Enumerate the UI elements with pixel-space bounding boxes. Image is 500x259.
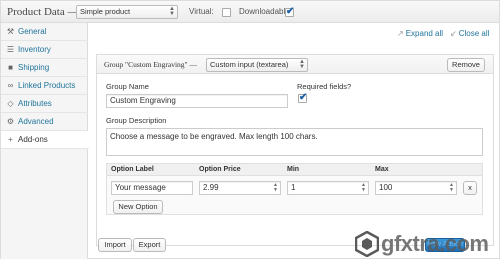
column-header: Option Label — [111, 166, 154, 173]
watermark-logo-icon — [355, 231, 379, 257]
checkmark-icon: ✔ — [299, 92, 308, 103]
options-table: Option Label Option Price Min Max Your m… — [106, 163, 483, 215]
stepper-icon: ▲ ▼ — [273, 182, 278, 193]
import-button[interactable]: Import — [98, 238, 132, 252]
stepper-icon: ▲ ▼ — [361, 182, 366, 193]
option-min-input[interactable]: 1 ▲ ▼ — [287, 181, 369, 195]
panel-title: Product Data — — [7, 6, 79, 18]
sidebar-item-general[interactable]: ⚒ General — [1, 23, 88, 41]
product-data-header: Product Data — Simple product ▲ ▼ Virtual… — [1, 1, 499, 23]
option-max-input[interactable]: 100 ▲ ▼ — [375, 181, 457, 195]
sidebar-item-add-ons[interactable]: + Add-ons — [1, 131, 89, 149]
sidebar-item-inventory[interactable]: ☰ Inventory — [1, 41, 88, 59]
gear-icon: ⚙ — [6, 117, 15, 126]
remove-group-button[interactable]: Remove — [447, 58, 485, 72]
group-description-label: Group Description — [106, 116, 167, 125]
new-option-button[interactable]: New Option — [113, 200, 163, 214]
virtual-checkbox[interactable] — [222, 8, 231, 17]
sidebar-item-label: General — [18, 27, 47, 36]
required-fields-label: Required fields? — [297, 82, 352, 91]
sidebar-item-label: Advanced — [18, 117, 54, 126]
product-data-tabs: ⚒ General ☰ Inventory ■ Shipping ∞ Linke… — [1, 23, 89, 259]
group-name-input[interactable]: Custom Engraving — [106, 94, 288, 108]
truck-icon: ■ — [8, 63, 13, 72]
addon-group: Group "Custom Engraving" — Custom input … — [96, 54, 494, 246]
sidebar-item-attributes[interactable]: ◇ Attributes — [1, 95, 88, 113]
checkmark-icon: ✔ — [286, 6, 295, 17]
product-data-panel: Product Data — Simple product ▲ ▼ Virtual… — [0, 0, 500, 259]
watermark-text: gfxtra.com — [381, 231, 489, 256]
column-header: Option Price — [199, 166, 241, 173]
group-description-textarea[interactable]: Choose a message to be engraved. Max len… — [106, 128, 483, 156]
collapse-icon: ↙ — [450, 29, 457, 38]
stepper-icon: ▲ ▼ — [449, 182, 454, 193]
sidebar-item-label: Linked Products — [18, 81, 76, 90]
select-arrows-icon: ▲ ▼ — [169, 6, 175, 17]
option-min-value: 1 — [291, 183, 296, 192]
column-header: Max — [375, 166, 389, 173]
options-table-header: Option Label Option Price Min Max — [107, 164, 482, 176]
group-name-label: Group Name — [106, 82, 149, 91]
product-type-value: Simple product — [80, 7, 131, 16]
addon-group-header[interactable]: Group "Custom Engraving" — Custom input … — [97, 55, 493, 74]
option-price-value: 2.99 — [203, 183, 219, 192]
option-max-value: 100 — [379, 183, 393, 192]
group-type-select[interactable]: Custom input (textarea) ▲ ▼ — [206, 58, 308, 72]
addon-group-title: Group "Custom Engraving" — — [104, 60, 197, 69]
virtual-label: Virtual: — [189, 7, 214, 16]
wrench-icon: ⚒ — [6, 27, 15, 36]
sidebar-item-advanced[interactable]: ⚙ Advanced — [1, 113, 88, 131]
plus-icon: + — [8, 135, 13, 144]
option-label-input[interactable]: Your message — [111, 181, 193, 195]
remove-option-button[interactable]: x — [463, 181, 477, 195]
expand-icon: ↗ — [397, 29, 404, 38]
sidebar-item-label: Shipping — [18, 63, 50, 72]
group-type-value: Custom input (textarea) — [210, 60, 289, 69]
downloadable-label: Downloadable: — [239, 7, 292, 16]
select-arrows-icon: ▲ ▼ — [299, 59, 305, 70]
expand-all-link[interactable]: ↗ Expand all — [397, 29, 443, 38]
export-button[interactable]: Export — [133, 238, 166, 252]
downloadable-checkbox[interactable]: ✔ — [285, 6, 295, 17]
sidebar-item-linked-products[interactable]: ∞ Linked Products — [1, 77, 88, 95]
sidebar-item-label: Add-ons — [18, 135, 48, 144]
inventory-icon: ☰ — [6, 45, 15, 54]
required-fields-checkbox[interactable]: ✔ — [298, 92, 308, 103]
link-icon: ∞ — [7, 81, 14, 90]
product-type-select[interactable]: Simple product ▲ ▼ — [76, 5, 178, 19]
add-ons-panel: ↗ Expand all ↙ Close all Group "Custom Eng… — [89, 23, 499, 259]
expand-all-label: Expand all — [405, 29, 444, 38]
column-header: Min — [287, 166, 300, 173]
close-all-link[interactable]: ↙ Close all — [450, 29, 489, 38]
sidebar-item-shipping[interactable]: ■ Shipping — [1, 59, 88, 77]
sidebar-item-label: Inventory — [18, 45, 51, 54]
close-all-label: Close all — [458, 29, 490, 38]
tag-icon: ◇ — [7, 99, 14, 108]
option-price-input[interactable]: 2.99 ▲ ▼ — [199, 181, 281, 195]
sidebar-item-label: Attributes — [18, 99, 52, 108]
